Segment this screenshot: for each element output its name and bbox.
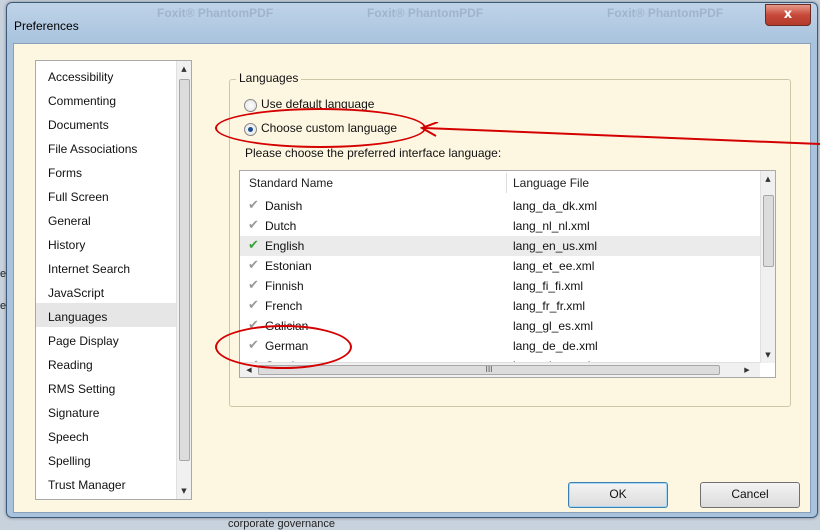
sidebar-item-speech[interactable]: Speech	[48, 430, 89, 444]
sidebar-item-javascript[interactable]: JavaScript	[48, 286, 104, 300]
annotation-ellipse-custom-language	[215, 108, 426, 148]
language-file: lang_da_dk.xml	[513, 199, 598, 213]
language-name: Dutch	[265, 219, 297, 233]
table-row[interactable]: ✔ Finnish lang_fi_fi.xml	[240, 276, 760, 296]
language-name: French	[265, 299, 303, 313]
column-separator[interactable]	[506, 173, 507, 193]
sidebar-item-file-associations[interactable]: File Associations	[48, 142, 137, 156]
languages-group-label: Languages	[236, 71, 302, 85]
cancel-button[interactable]: Cancel	[700, 482, 800, 508]
preferences-dialog: Foxit® PhantomPDF Foxit® PhantomPDF Foxi…	[6, 2, 818, 518]
background-ghost-title-2: Foxit® PhantomPDF	[367, 6, 484, 20]
sidebar-item-rms-setting[interactable]: RMS Setting	[48, 382, 115, 396]
category-list[interactable]: ▲ ▼ Accessibility Commenting Documents File…	[35, 60, 192, 500]
scroll-up-icon[interactable]: ▲	[177, 61, 191, 77]
scroll-thumb[interactable]	[763, 195, 774, 267]
background-bottom-text: corporate governance	[228, 518, 336, 530]
language-file: lang_de_de.xml	[513, 339, 598, 353]
checkmark-icon: ✔	[248, 198, 259, 213]
language-name: Finnish	[265, 279, 304, 293]
sidebar-item-full-screen[interactable]: Full Screen	[48, 190, 109, 204]
language-file: lang_gl_es.xml	[513, 319, 594, 333]
close-icon: x	[783, 7, 793, 22]
category-scrollbar[interactable]: ▲ ▼	[176, 61, 191, 499]
sidebar-item-signature[interactable]: Signature	[48, 406, 99, 420]
sidebar-item-page-display[interactable]: Page Display	[48, 334, 119, 348]
table-row[interactable]: ✔ English lang_en_us.xml	[240, 236, 760, 256]
checkmark-icon: ✔	[248, 218, 259, 233]
table-row[interactable]: ✔ Danish lang_da_dk.xml	[240, 196, 760, 216]
sidebar-item-history[interactable]: History	[48, 238, 85, 252]
language-name: English	[265, 239, 305, 253]
table-vertical-scrollbar[interactable]: ▲ ▼	[760, 171, 775, 363]
column-header-language-file[interactable]: Language File	[513, 171, 589, 195]
table-row[interactable]: ✔ Dutch lang_nl_nl.xml	[240, 216, 760, 236]
language-name: Estonian	[265, 259, 312, 273]
sidebar-item-general[interactable]: General	[48, 214, 91, 228]
horizontal-scroll-thumb[interactable]: III	[258, 365, 720, 375]
language-file: lang_en_us.xml	[513, 239, 598, 253]
table-row[interactable]: ✔ French lang_fr_fr.xml	[240, 296, 760, 316]
checkmark-icon: ✔	[248, 258, 259, 273]
language-file: lang_fr_fr.xml	[513, 299, 586, 313]
sidebar-item-spelling[interactable]: Spelling	[48, 454, 91, 468]
table-row[interactable]: ✔ Estonian lang_et_ee.xml	[240, 256, 760, 276]
background-ghost-title-3: Foxit® PhantomPDF	[607, 6, 724, 20]
checkmark-icon: ✔	[248, 298, 259, 313]
radio-default-language[interactable]	[244, 99, 257, 112]
window-title: Preferences	[14, 19, 79, 33]
annotation-arrow-icon	[420, 122, 820, 145]
language-file: lang_fi_fi.xml	[513, 279, 584, 293]
sidebar-item-reading[interactable]: Reading	[48, 358, 93, 372]
scroll-up-icon[interactable]: ▲	[761, 171, 775, 187]
title-bar[interactable]: Foxit® PhantomPDF Foxit® PhantomPDF Foxi…	[7, 3, 817, 41]
sidebar-item-internet-search[interactable]: Internet Search	[48, 262, 130, 276]
annotation-ellipse-german	[215, 325, 352, 369]
scroll-down-icon[interactable]: ▼	[761, 347, 775, 363]
scroll-thumb[interactable]	[179, 79, 190, 461]
sidebar-item-documents[interactable]: Documents	[48, 118, 109, 132]
scroll-right-icon[interactable]: ▶	[740, 362, 754, 378]
close-button[interactable]: x	[765, 4, 811, 26]
checkmark-icon: ✔	[248, 278, 259, 293]
language-name: Danish	[265, 199, 303, 213]
language-file: lang_et_ee.xml	[513, 259, 595, 273]
sidebar-item-forms[interactable]: Forms	[48, 166, 82, 180]
background-ghost-title-1: Foxit® PhantomPDF	[157, 6, 274, 20]
language-file: lang_el_gr.xml	[513, 359, 590, 362]
column-header-standard-name[interactable]: Standard Name	[249, 171, 333, 195]
sidebar-item-commenting[interactable]: Commenting	[48, 94, 116, 108]
ok-button[interactable]: OK	[568, 482, 668, 508]
sidebar-item-accessibility[interactable]: Accessibility	[48, 70, 113, 84]
checkmark-icon: ✔	[248, 238, 259, 253]
language-file: lang_nl_nl.xml	[513, 219, 590, 233]
sidebar-item-languages[interactable]: Languages	[48, 310, 107, 324]
sidebar-item-trust-manager[interactable]: Trust Manager	[48, 478, 126, 492]
dialog-body: ▲ ▼ Accessibility Commenting Documents File…	[13, 43, 811, 513]
scroll-down-icon[interactable]: ▼	[177, 483, 191, 499]
